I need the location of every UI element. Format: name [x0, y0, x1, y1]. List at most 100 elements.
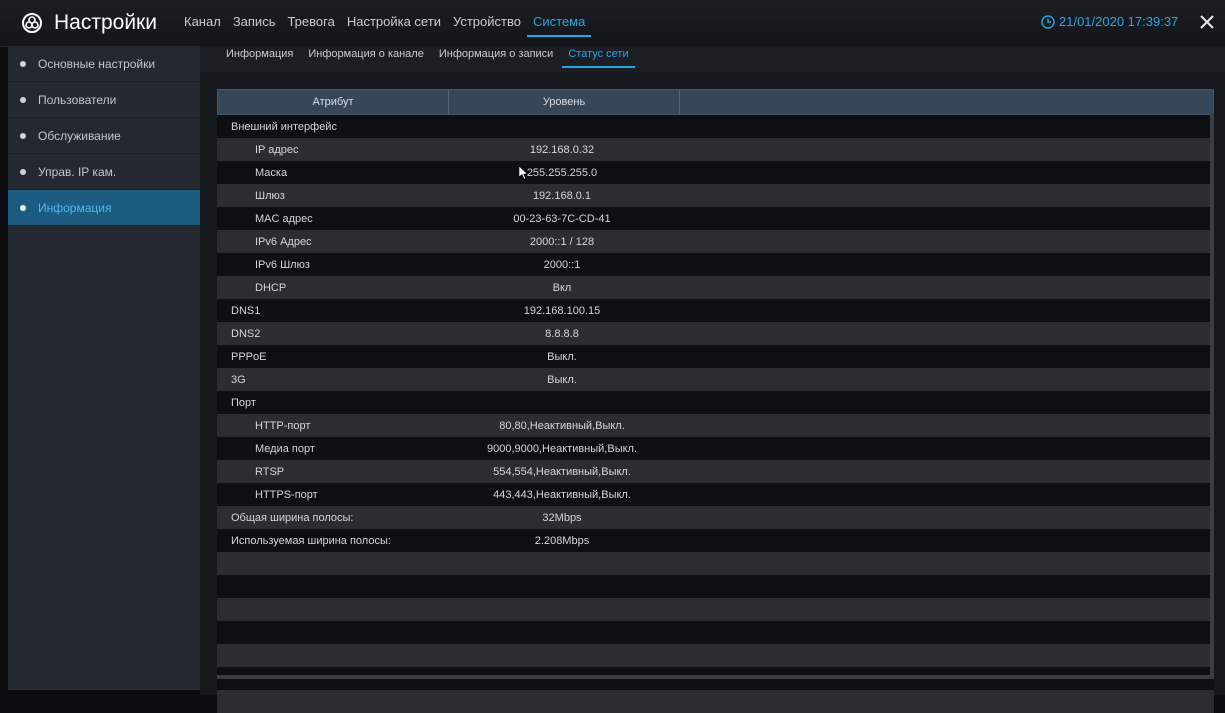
column-header-value: Уровень: [449, 90, 680, 114]
row-value: Выкл.: [547, 350, 577, 363]
logo-icon: [22, 13, 42, 33]
menu-item-network[interactable]: Настройка сети: [341, 14, 447, 37]
datetime-display: 21/01/2020 17:39:37: [1041, 14, 1178, 29]
tab-information[interactable]: Информация: [220, 46, 299, 66]
tab-record-info[interactable]: Информация о записи: [433, 46, 560, 66]
sidebar-item-users[interactable]: Пользователи: [8, 82, 200, 118]
row-value: 255.255.255.0: [526, 166, 598, 179]
row-value: 192.168.0.1: [532, 189, 592, 202]
table-row: [217, 552, 1214, 575]
table-row: [217, 690, 1214, 713]
table-row: Медиа порт 9000,9000,Неактивный,Выкл.: [217, 437, 1214, 460]
row-attribute: IP адрес: [255, 143, 299, 156]
table-row: HTTP-порт 80,80,Неактивный,Выкл.: [217, 414, 1214, 437]
row-value: 192.168.0.32: [529, 143, 595, 156]
bullet-icon: [20, 60, 26, 67]
sidebar-item-label: Управ. IP кам.: [38, 164, 117, 179]
row-value: 2.208Mbps: [534, 534, 590, 547]
table-row: IPv6 Шлюз 2000::1: [217, 253, 1214, 276]
row-value: Вкл: [552, 281, 572, 294]
row-attribute: IPv6 Шлюз: [255, 258, 310, 271]
table-row: 3G Выкл.: [217, 368, 1214, 391]
row-value: 32Mbps: [542, 511, 582, 524]
table-row: Порт: [217, 391, 1214, 414]
row-attribute: Порт: [231, 396, 256, 409]
sidebar-item-label: Информация: [38, 200, 112, 215]
row-value: 8.8.8.8: [545, 327, 579, 340]
row-attribute: Используемая ширина полосы:: [231, 534, 391, 547]
horizontal-scrollbar[interactable]: [217, 675, 1214, 679]
datetime-text: 21/01/2020 17:39:37: [1059, 14, 1179, 29]
menu-item-alarm[interactable]: Тревога: [281, 14, 340, 37]
row-value: 2000::1: [543, 258, 581, 271]
bullet-icon: [20, 96, 26, 103]
menu-item-device[interactable]: Устройство: [447, 14, 527, 37]
row-value: 80,80,Неактивный,Выкл.: [499, 419, 625, 432]
tab-network-status[interactable]: Статус сети: [562, 46, 635, 68]
row-attribute: HTTP-порт: [255, 419, 311, 432]
tab-channel-info[interactable]: Информация о канале: [302, 46, 429, 66]
row-value: 443,443,Неактивный,Выкл.: [493, 488, 631, 501]
row-attribute: RTSP: [255, 465, 285, 478]
row-attribute: DNS2: [231, 327, 261, 340]
mouse-cursor-icon: [519, 166, 529, 180]
content-panel: Атрибут Уровень Внешний интерфейс IP адре…: [200, 72, 1225, 713]
row-attribute: Внешний интерфейс: [231, 120, 337, 133]
bullet-icon: [20, 168, 26, 175]
row-value: 2000::1 / 128: [529, 235, 595, 248]
top-bar: Настройки Канал Запись Тревога Настройка…: [0, 0, 1225, 47]
clock-icon: [1041, 14, 1055, 29]
row-value: 9000,9000,Неактивный,Выкл.: [486, 442, 638, 455]
column-header-attribute: Атрибут: [218, 90, 449, 114]
row-attribute: Общая ширина полосы:: [231, 511, 354, 524]
table-row: Общая ширина полосы: 32Mbps: [217, 506, 1214, 529]
row-attribute: 3G: [231, 373, 246, 386]
table-row: [217, 575, 1214, 598]
table-row: HTTPS-порт 443,443,Неактивный,Выкл.: [217, 483, 1214, 506]
sidebar-item-maintenance[interactable]: Обслуживание: [8, 118, 200, 154]
sidebar-item-ip-camera[interactable]: Управ. IP кам.: [8, 154, 200, 190]
sub-tabs: Информация Информация о канале Информаци…: [200, 46, 1225, 72]
table-row: Внешний интерфейс: [217, 115, 1214, 138]
menu-item-system[interactable]: Система: [526, 14, 592, 37]
table-row: IPv6 Адрес 2000::1 / 128: [217, 230, 1214, 253]
table-row: [217, 621, 1214, 644]
sidebar-item-general[interactable]: Основные настройки: [8, 46, 200, 82]
app-title: Настройки: [54, 11, 157, 34]
sidebar: Основные настройки Пользователи Обслужив…: [8, 46, 200, 690]
row-value: 00-23-63-7C-CD-41: [513, 212, 611, 225]
row-attribute: Маска: [255, 166, 288, 179]
table-header: Атрибут Уровень: [217, 89, 1214, 115]
row-attribute: MAC адрес: [255, 212, 313, 225]
table-row: RTSP 554,554,Неактивный,Выкл.: [217, 460, 1214, 483]
menu-item-channel[interactable]: Канал: [178, 14, 227, 37]
table-row: PPPoE Выкл.: [217, 345, 1214, 368]
row-attribute: IPv6 Адрес: [255, 235, 312, 248]
table-row: DNS1 192.168.100.15: [217, 299, 1214, 322]
bullet-icon: [20, 132, 26, 139]
row-attribute: Медиа порт: [255, 442, 315, 455]
table-row: [217, 598, 1214, 621]
scrollbar[interactable]: [1210, 113, 1214, 677]
table-body: Внешний интерфейс IP адрес 192.168.0.32 Мас…: [217, 115, 1214, 713]
table-row: IP адрес 192.168.0.32: [217, 138, 1214, 161]
sidebar-item-label: Основные настройки: [38, 56, 156, 71]
bullet-icon: [20, 204, 26, 211]
menu-item-record[interactable]: Запись: [227, 14, 282, 37]
row-attribute: DHCP: [255, 281, 287, 294]
main-menu: Канал Запись Тревога Настройка сети Устр…: [178, 14, 592, 37]
table-row: [217, 644, 1214, 667]
table-row: Маска 255.255.255.0: [217, 161, 1214, 184]
row-attribute: Шлюз: [255, 189, 285, 202]
table-row: Шлюз 192.168.0.1: [217, 184, 1214, 207]
table-row: MAC адрес 00-23-63-7C-CD-41: [217, 207, 1214, 230]
close-icon[interactable]: [1197, 12, 1217, 32]
row-value: 192.168.100.15: [523, 304, 601, 317]
row-value: Выкл.: [547, 373, 577, 386]
table-row: Используемая ширина полосы: 2.208Mbps: [217, 529, 1214, 552]
sidebar-item-information[interactable]: Информация: [8, 190, 200, 226]
column-header-empty: [680, 90, 1213, 114]
sidebar-item-label: Пользователи: [38, 92, 117, 107]
table-row: DHCP Вкл: [217, 276, 1214, 299]
network-status-table: Атрибут Уровень Внешний интерфейс IP адре…: [217, 89, 1214, 713]
